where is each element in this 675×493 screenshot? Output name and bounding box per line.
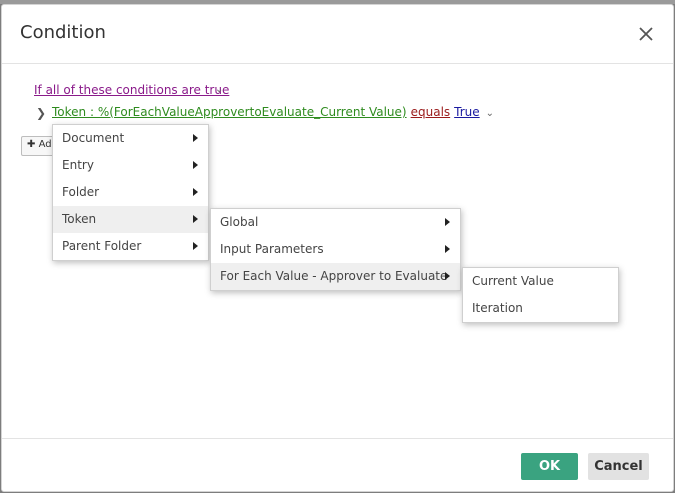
cancel-button[interactable]: Cancel: [588, 453, 649, 480]
expand-chevron-icon[interactable]: ❯: [36, 106, 48, 120]
submenu-arrow-icon: [193, 188, 198, 196]
dialog-footer: OK Cancel: [2, 438, 673, 493]
context-menu-level3: Current Value Iteration: [462, 267, 619, 323]
condition-row: ❯ Token : %(ForEachValueApprovertoEvaluat…: [36, 105, 494, 123]
plus-icon: ✚: [27, 139, 36, 150]
menu-item-document[interactable]: Document: [53, 125, 208, 152]
menu-item-global[interactable]: Global: [211, 209, 460, 236]
dialog-title: Condition: [20, 22, 106, 43]
condition-value-link[interactable]: True: [454, 105, 480, 119]
chevron-down-icon[interactable]: ⌄: [215, 84, 223, 95]
submenu-arrow-icon: [193, 134, 198, 142]
context-menu-level2: Global Input Parameters For Each Value -…: [210, 208, 461, 291]
menu-item-current-value[interactable]: Current Value: [463, 268, 618, 295]
menu-item-input-parameters[interactable]: Input Parameters: [211, 236, 460, 263]
ok-button[interactable]: OK: [521, 453, 578, 480]
close-icon: [639, 27, 653, 41]
close-button[interactable]: [635, 23, 657, 45]
submenu-arrow-icon: [445, 272, 450, 280]
value-chevron-down-icon[interactable]: ⌄: [486, 108, 494, 119]
context-menu-level1: Document Entry Folder Token Parent Folde…: [52, 124, 209, 261]
menu-item-folder[interactable]: Folder: [53, 179, 208, 206]
condition-group-selector[interactable]: If all of these conditions are true: [34, 83, 229, 97]
menu-item-entry[interactable]: Entry: [53, 152, 208, 179]
submenu-arrow-icon: [193, 161, 198, 169]
submenu-arrow-icon: [445, 218, 450, 226]
menu-item-token[interactable]: Token: [53, 206, 208, 233]
condition-operator-link[interactable]: equals: [411, 105, 451, 119]
submenu-arrow-icon: [193, 242, 198, 250]
submenu-arrow-icon: [445, 245, 450, 253]
menu-item-parent-folder[interactable]: Parent Folder: [53, 233, 208, 260]
menu-item-iteration[interactable]: Iteration: [463, 295, 618, 322]
menu-item-for-each-value[interactable]: For Each Value - Approver to Evaluate: [211, 263, 460, 290]
condition-token-link[interactable]: Token : %(ForEachValueApprovertoEvaluate…: [52, 105, 407, 119]
submenu-arrow-icon: [193, 215, 198, 223]
dialog-header: Condition: [2, 5, 673, 64]
